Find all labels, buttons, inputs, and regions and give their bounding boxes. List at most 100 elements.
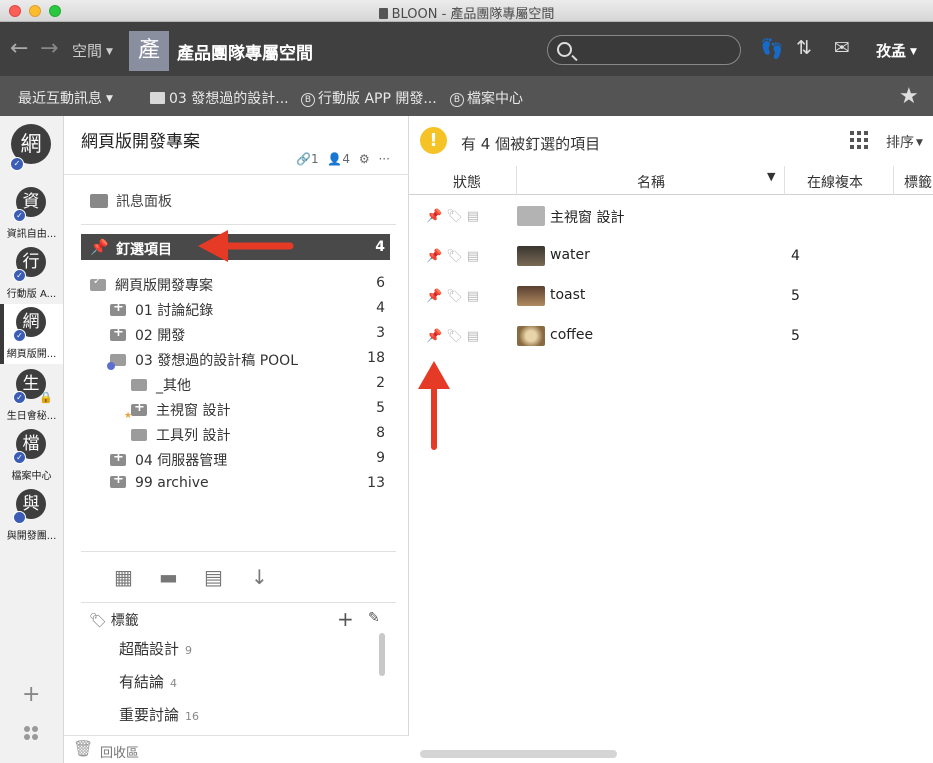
trash-bin[interactable]: 🗑 回收區 xyxy=(64,735,409,763)
pin-icon[interactable]: 📌 xyxy=(426,209,442,224)
space-dropdown[interactable]: 空間 ▼ xyxy=(72,40,113,61)
tag-item[interactable]: 有結論 4 xyxy=(119,671,177,692)
tags-label: 標籤 xyxy=(110,613,139,629)
tag-item[interactable]: 超酷設計 9 xyxy=(119,638,192,659)
folder-icon xyxy=(517,206,545,226)
star-icon[interactable]: ★ xyxy=(899,84,919,109)
column-online-copies[interactable]: 在線複本 xyxy=(807,172,863,192)
comment-icon[interactable]: ▤ xyxy=(467,209,479,224)
item-name: toast xyxy=(550,287,586,303)
tag-icon: 🏷 xyxy=(89,613,107,629)
space-avatar: 產 xyxy=(129,31,169,71)
column-name[interactable]: 名稱 xyxy=(637,172,665,192)
column-tags[interactable]: 標籤 xyxy=(904,172,932,192)
link-icon[interactable]: 🔗 xyxy=(296,152,311,166)
tree-item[interactable]: 02 開發 3 xyxy=(110,325,385,347)
forward-arrow-icon[interactable]: → xyxy=(40,36,58,61)
space-item[interactable]: 行 ✓ 行動版 A... xyxy=(0,244,63,304)
grid-view-icon[interactable] xyxy=(850,131,868,149)
user-menu[interactable]: 孜孟 ▼ xyxy=(876,40,917,61)
folder-plus-icon xyxy=(110,472,126,488)
space-label: 資訊自由... xyxy=(6,229,57,240)
image-thumbnail xyxy=(517,326,545,346)
recent-messages-dropdown[interactable]: 最近互動訊息 ▼ xyxy=(18,88,113,108)
tree-item-count: 4 xyxy=(376,300,385,316)
tags-header: 🏷 標籤 xyxy=(89,610,139,630)
table-row[interactable]: 📌 🏷 ▤ coffee 5 xyxy=(409,317,933,357)
space-label: 檔案中心 xyxy=(11,471,52,482)
pinned-count: 4 xyxy=(375,239,385,255)
pin-icon[interactable]: 📌 xyxy=(426,289,442,304)
window-titlebar: BLOON - 產品團隊專屬空間 xyxy=(0,0,933,22)
download-icon[interactable]: ↓ xyxy=(251,565,268,589)
tag-icon[interactable]: 🏷 xyxy=(446,209,463,224)
space-item[interactable]: 資 ✓ 資訊自由... xyxy=(0,184,63,244)
comment-icon[interactable]: ▤ xyxy=(467,249,479,264)
sort-arrows-icon[interactable]: ⇅ xyxy=(796,37,812,59)
tree-item[interactable]: 99 archive 13 xyxy=(110,472,385,497)
edit-pencil-icon[interactable]: ✎ xyxy=(368,610,380,626)
tag-count: 9 xyxy=(185,644,193,657)
bookmark-label: 檔案中心 xyxy=(467,91,523,107)
horizontal-scrollbar[interactable] xyxy=(420,750,617,758)
tag-icon[interactable]: 🏷 xyxy=(446,289,463,304)
apps-grid-icon[interactable] xyxy=(24,726,40,742)
tree-item[interactable]: _其他 2 xyxy=(131,375,385,397)
space-label: 行動版 A... xyxy=(6,289,57,300)
tag-icon[interactable]: 🏷 xyxy=(446,329,463,344)
back-arrow-icon[interactable]: ← xyxy=(10,36,28,61)
sort-desc-icon[interactable]: ▼ xyxy=(767,170,775,183)
column-status[interactable]: 狀態 xyxy=(453,172,481,192)
tree-item[interactable]: 03 發想過的設計稿 POOL 18 xyxy=(107,350,385,372)
table-row[interactable]: 📌 🏷 ▤ water 4 xyxy=(409,237,933,277)
tree-item[interactable]: 01 討論紀錄 4 xyxy=(110,300,385,322)
tree-item-label: 99 archive xyxy=(135,475,209,491)
tree-item[interactable]: 04 伺服器管理 9 xyxy=(110,450,385,472)
table-row[interactable]: 📌 🏷 ▤ 主視窗 設計 xyxy=(409,197,933,237)
more-icon[interactable]: ··· xyxy=(378,152,389,166)
annotation-arrow-left-icon xyxy=(198,230,294,262)
table-row[interactable]: 📌 🏷 ▤ toast 5 xyxy=(409,277,933,317)
tree-item[interactable]: 網頁版開發專案 6 xyxy=(90,275,385,297)
comment-icon[interactable]: ▤ xyxy=(467,289,479,304)
tag-item[interactable]: 重要討論 16 xyxy=(119,704,199,725)
search-input[interactable] xyxy=(547,35,741,65)
sort-dropdown[interactable]: 排序 ▼ xyxy=(886,132,923,152)
bookmark-item[interactable]: B 檔案中心 xyxy=(450,88,523,108)
pin-icon[interactable]: 📌 xyxy=(426,329,442,344)
annotation-arrow-up-icon xyxy=(418,361,450,450)
folder-icon[interactable]: ▬ xyxy=(159,565,178,589)
footprints-icon[interactable]: 👣 xyxy=(760,37,784,60)
tags-scrollbar[interactable] xyxy=(379,633,385,676)
column-divider xyxy=(516,166,517,195)
member-icon[interactable]: 👤 xyxy=(327,152,342,166)
current-space[interactable]: 網 ✓ xyxy=(0,116,63,180)
gear-icon[interactable]: ⚙ xyxy=(359,152,370,166)
message-board-link[interactable]: 訊息面板 xyxy=(90,191,172,211)
chevron-down-icon: ▼ xyxy=(106,47,113,57)
mail-icon[interactable]: ✉ xyxy=(834,37,850,59)
add-space-icon[interactable]: + xyxy=(22,682,40,707)
pin-icon[interactable]: 📌 xyxy=(426,249,442,264)
grid-view-icon[interactable]: ▦ xyxy=(114,565,133,589)
comment-icon[interactable]: ▤ xyxy=(204,565,223,589)
tree-item[interactable]: 工具列 設計 8 xyxy=(131,425,385,447)
tree-item-count: 13 xyxy=(367,475,385,491)
item-copies: 4 xyxy=(791,248,800,264)
bookmark-item[interactable]: B 行動版 APP 開發... xyxy=(301,88,437,108)
bookmark-item[interactable]: 03 發想過的設計... xyxy=(150,88,289,108)
space-label: 與開發團... xyxy=(6,531,57,542)
add-tag-icon[interactable]: + xyxy=(337,607,354,631)
space-item[interactable]: 檔 ✓ 檔案中心 xyxy=(0,426,63,486)
space-item[interactable]: 與 與開發團... xyxy=(0,486,63,546)
recent-messages-label: 最近互動訊息 xyxy=(18,91,102,107)
project-meta: 🔗1 👤4 ⚙ ··· xyxy=(296,152,390,166)
tree-item[interactable]: ★ 主視窗 設計 5 xyxy=(124,400,385,422)
space-item-active[interactable]: 網 ✓ 網頁版開... xyxy=(0,304,63,364)
space-item[interactable]: 生 ✓ 🔒 生日會秘... xyxy=(0,366,63,426)
chevron-down-icon: ▼ xyxy=(910,47,917,57)
column-divider xyxy=(893,166,894,195)
check-icon: ✓ xyxy=(10,157,24,171)
tag-icon[interactable]: 🏷 xyxy=(446,249,463,264)
comment-icon[interactable]: ▤ xyxy=(467,329,479,344)
